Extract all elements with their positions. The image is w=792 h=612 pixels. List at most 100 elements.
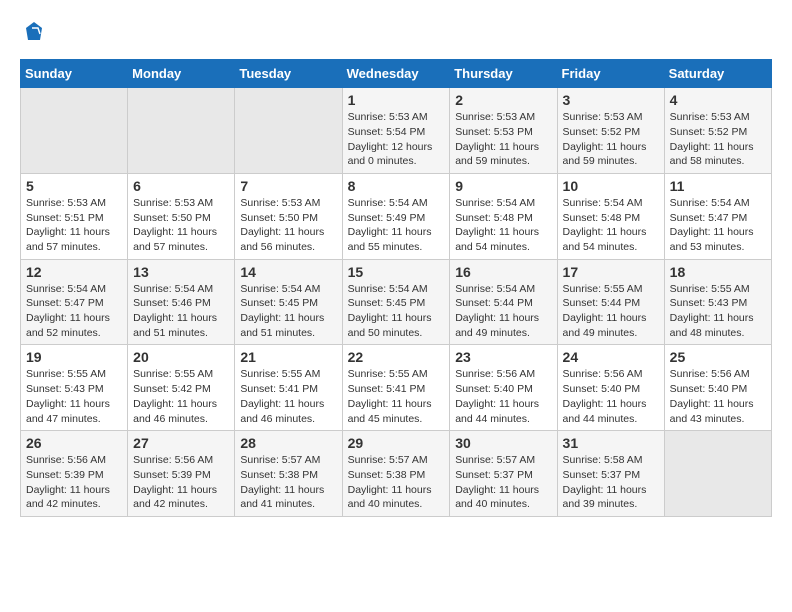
day-info: Sunrise: 5:53 AM Sunset: 5:54 PM Dayligh… <box>348 110 445 169</box>
calendar-cell: 5 Sunrise: 5:53 AM Sunset: 5:51 PM Daylig… <box>21 173 128 259</box>
calendar-week-row: 5 Sunrise: 5:53 AM Sunset: 5:51 PM Daylig… <box>21 173 772 259</box>
calendar-cell: 10Sunrise: 5:54 AM Sunset: 5:48 PM Dayli… <box>557 173 664 259</box>
day-header-tuesday: Tuesday <box>235 60 342 88</box>
calendar-cell <box>235 88 342 174</box>
day-number: 19 <box>26 349 122 365</box>
calendar-cell: 23 Sunrise: 5:56 AM Sunset: 5:40 PM Dayli… <box>450 345 557 431</box>
calendar-cell: 22 Sunrise: 5:55 AM Sunset: 5:41 PM Dayli… <box>342 345 450 431</box>
day-number: 5 <box>26 178 122 194</box>
day-number: 9 <box>455 178 551 194</box>
day-info: Sunrise: 5:55 AM Sunset: 5:42 PM Dayligh… <box>133 367 229 426</box>
calendar-cell: 11Sunrise: 5:54 AM Sunset: 5:47 PM Dayli… <box>664 173 771 259</box>
day-info: Sunrise: 5:54 AM Sunset: 5:45 PM Dayligh… <box>348 282 445 341</box>
day-number: 17 <box>563 264 659 280</box>
day-info: Sunrise: 5:55 AM Sunset: 5:41 PM Dayligh… <box>348 367 445 426</box>
calendar-cell: 27Sunrise: 5:56 AM Sunset: 5:39 PM Dayli… <box>128 431 235 517</box>
calendar-header-row: SundayMondayTuesdayWednesdayThursdayFrid… <box>21 60 772 88</box>
day-number: 3 <box>563 92 659 108</box>
calendar-cell: 7Sunrise: 5:53 AM Sunset: 5:50 PM Daylig… <box>235 173 342 259</box>
day-header-sunday: Sunday <box>21 60 128 88</box>
day-info: Sunrise: 5:56 AM Sunset: 5:40 PM Dayligh… <box>455 367 551 426</box>
day-number: 23 <box>455 349 551 365</box>
calendar-week-row: 1 Sunrise: 5:53 AM Sunset: 5:54 PM Daylig… <box>21 88 772 174</box>
day-info: Sunrise: 5:53 AM Sunset: 5:50 PM Dayligh… <box>240 196 336 255</box>
day-info: Sunrise: 5:57 AM Sunset: 5:38 PM Dayligh… <box>240 453 336 512</box>
day-header-monday: Monday <box>128 60 235 88</box>
calendar-cell <box>21 88 128 174</box>
calendar-cell: 29 Sunrise: 5:57 AM Sunset: 5:38 PM Dayli… <box>342 431 450 517</box>
day-info: Sunrise: 5:55 AM Sunset: 5:43 PM Dayligh… <box>670 282 766 341</box>
day-number: 18 <box>670 264 766 280</box>
day-info: Sunrise: 5:55 AM Sunset: 5:43 PM Dayligh… <box>26 367 122 426</box>
day-info: Sunrise: 5:54 AM Sunset: 5:46 PM Dayligh… <box>133 282 229 341</box>
calendar-cell: 26 Sunrise: 5:56 AM Sunset: 5:39 PM Dayli… <box>21 431 128 517</box>
day-info: Sunrise: 5:54 AM Sunset: 5:49 PM Dayligh… <box>348 196 445 255</box>
calendar-cell: 4 Sunrise: 5:53 AM Sunset: 5:52 PM Daylig… <box>664 88 771 174</box>
page-header <box>20 20 772 49</box>
calendar-cell: 1 Sunrise: 5:53 AM Sunset: 5:54 PM Daylig… <box>342 88 450 174</box>
calendar-cell: 16 Sunrise: 5:54 AM Sunset: 5:44 PM Dayli… <box>450 259 557 345</box>
calendar-cell: 8 Sunrise: 5:54 AM Sunset: 5:49 PM Daylig… <box>342 173 450 259</box>
day-number: 31 <box>563 435 659 451</box>
day-info: Sunrise: 5:53 AM Sunset: 5:53 PM Dayligh… <box>455 110 551 169</box>
day-header-thursday: Thursday <box>450 60 557 88</box>
calendar-cell: 17Sunrise: 5:55 AM Sunset: 5:44 PM Dayli… <box>557 259 664 345</box>
calendar-week-row: 19 Sunrise: 5:55 AM Sunset: 5:43 PM Dayli… <box>21 345 772 431</box>
day-info: Sunrise: 5:56 AM Sunset: 5:39 PM Dayligh… <box>133 453 229 512</box>
day-number: 20 <box>133 349 229 365</box>
calendar-cell: 3Sunrise: 5:53 AM Sunset: 5:52 PM Daylig… <box>557 88 664 174</box>
calendar-cell: 12 Sunrise: 5:54 AM Sunset: 5:47 PM Dayli… <box>21 259 128 345</box>
day-number: 14 <box>240 264 336 280</box>
day-number: 28 <box>240 435 336 451</box>
day-header-saturday: Saturday <box>664 60 771 88</box>
day-info: Sunrise: 5:53 AM Sunset: 5:52 PM Dayligh… <box>670 110 766 169</box>
calendar-cell: 13 Sunrise: 5:54 AM Sunset: 5:46 PM Dayli… <box>128 259 235 345</box>
day-number: 25 <box>670 349 766 365</box>
day-info: Sunrise: 5:53 AM Sunset: 5:50 PM Dayligh… <box>133 196 229 255</box>
calendar-cell: 9Sunrise: 5:54 AM Sunset: 5:48 PM Daylig… <box>450 173 557 259</box>
day-info: Sunrise: 5:58 AM Sunset: 5:37 PM Dayligh… <box>563 453 659 512</box>
calendar-week-row: 12 Sunrise: 5:54 AM Sunset: 5:47 PM Dayli… <box>21 259 772 345</box>
calendar-cell: 24 Sunrise: 5:56 AM Sunset: 5:40 PM Dayli… <box>557 345 664 431</box>
day-number: 6 <box>133 178 229 194</box>
day-info: Sunrise: 5:55 AM Sunset: 5:41 PM Dayligh… <box>240 367 336 426</box>
day-number: 29 <box>348 435 445 451</box>
day-info: Sunrise: 5:57 AM Sunset: 5:38 PM Dayligh… <box>348 453 445 512</box>
day-number: 30 <box>455 435 551 451</box>
day-number: 13 <box>133 264 229 280</box>
day-info: Sunrise: 5:54 AM Sunset: 5:47 PM Dayligh… <box>26 282 122 341</box>
logo <box>20 20 46 49</box>
day-number: 1 <box>348 92 445 108</box>
day-number: 21 <box>240 349 336 365</box>
day-number: 2 <box>455 92 551 108</box>
day-info: Sunrise: 5:56 AM Sunset: 5:39 PM Dayligh… <box>26 453 122 512</box>
day-info: Sunrise: 5:56 AM Sunset: 5:40 PM Dayligh… <box>563 367 659 426</box>
day-number: 16 <box>455 264 551 280</box>
calendar-cell: 21 Sunrise: 5:55 AM Sunset: 5:41 PM Dayli… <box>235 345 342 431</box>
calendar-cell: 30Sunrise: 5:57 AM Sunset: 5:37 PM Dayli… <box>450 431 557 517</box>
day-info: Sunrise: 5:54 AM Sunset: 5:47 PM Dayligh… <box>670 196 766 255</box>
day-info: Sunrise: 5:54 AM Sunset: 5:48 PM Dayligh… <box>563 196 659 255</box>
day-number: 4 <box>670 92 766 108</box>
day-info: Sunrise: 5:54 AM Sunset: 5:45 PM Dayligh… <box>240 282 336 341</box>
calendar-week-row: 26 Sunrise: 5:56 AM Sunset: 5:39 PM Dayli… <box>21 431 772 517</box>
day-number: 12 <box>26 264 122 280</box>
day-header-friday: Friday <box>557 60 664 88</box>
calendar-cell: 2 Sunrise: 5:53 AM Sunset: 5:53 PM Daylig… <box>450 88 557 174</box>
day-number: 8 <box>348 178 445 194</box>
calendar-table: SundayMondayTuesdayWednesdayThursdayFrid… <box>20 59 772 517</box>
calendar-cell <box>128 88 235 174</box>
calendar-cell: 20 Sunrise: 5:55 AM Sunset: 5:42 PM Dayli… <box>128 345 235 431</box>
calendar-cell: 31 Sunrise: 5:58 AM Sunset: 5:37 PM Dayli… <box>557 431 664 517</box>
day-number: 15 <box>348 264 445 280</box>
day-number: 26 <box>26 435 122 451</box>
calendar-cell: 18 Sunrise: 5:55 AM Sunset: 5:43 PM Dayli… <box>664 259 771 345</box>
day-info: Sunrise: 5:53 AM Sunset: 5:51 PM Dayligh… <box>26 196 122 255</box>
day-number: 24 <box>563 349 659 365</box>
calendar-cell: 15 Sunrise: 5:54 AM Sunset: 5:45 PM Dayli… <box>342 259 450 345</box>
calendar-cell: 14 Sunrise: 5:54 AM Sunset: 5:45 PM Dayli… <box>235 259 342 345</box>
calendar-cell: 28 Sunrise: 5:57 AM Sunset: 5:38 PM Dayli… <box>235 431 342 517</box>
day-info: Sunrise: 5:54 AM Sunset: 5:44 PM Dayligh… <box>455 282 551 341</box>
day-number: 22 <box>348 349 445 365</box>
calendar-cell: 6 Sunrise: 5:53 AM Sunset: 5:50 PM Daylig… <box>128 173 235 259</box>
